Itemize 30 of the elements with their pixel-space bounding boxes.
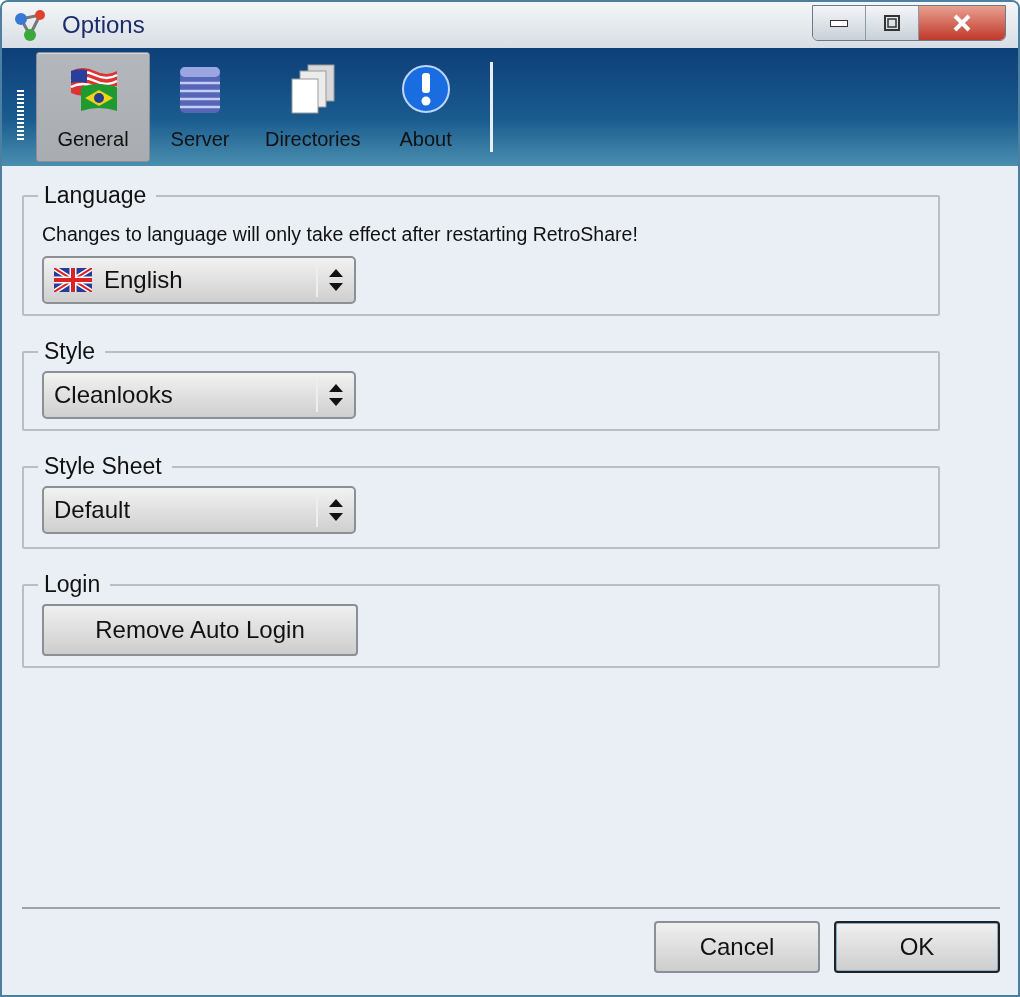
group-title: Login: [43, 571, 102, 598]
close-icon: [951, 14, 973, 32]
toolbar-grip[interactable]: [17, 90, 24, 142]
toolbar-tab[interactable]: General: [36, 52, 150, 162]
dialog-button[interactable]: Cancel: [654, 921, 820, 973]
dropdown[interactable]: Default: [42, 486, 356, 534]
up-down-arrows-icon: [328, 383, 344, 407]
up-down-arrows-icon: [328, 498, 344, 522]
group-title: Style: [43, 338, 97, 365]
toolbar-tab[interactable]: Directories: [250, 52, 376, 162]
up-down-arrows-icon: [328, 268, 344, 292]
toolbar-tab[interactable]: About: [375, 52, 476, 162]
dialog-button[interactable]: OK: [834, 921, 1000, 973]
minimize-icon: [830, 19, 848, 27]
toolbar-tab[interactable]: Server: [150, 52, 250, 162]
group-title: Language: [43, 182, 148, 209]
window-title: Options: [62, 11, 145, 39]
dropdown[interactable]: Cleanlooks: [42, 371, 356, 419]
remove-login-button[interactable]: Remove Auto Login: [42, 604, 358, 656]
dropdown[interactable]: English: [42, 256, 356, 304]
documents-icon: [289, 63, 336, 115]
maximize-icon: [881, 14, 903, 32]
minimize-button[interactable]: [813, 6, 866, 40]
app-logo-icon: [14, 9, 48, 41]
group-title: Style Sheet: [43, 453, 163, 480]
close-button[interactable]: [919, 6, 1005, 40]
info-icon: [400, 64, 451, 114]
restart-note: Changes to language will only take effect after restarting RetroShare!: [42, 223, 639, 246]
maximize-button[interactable]: [866, 6, 919, 40]
flag-icon: [54, 268, 92, 292]
